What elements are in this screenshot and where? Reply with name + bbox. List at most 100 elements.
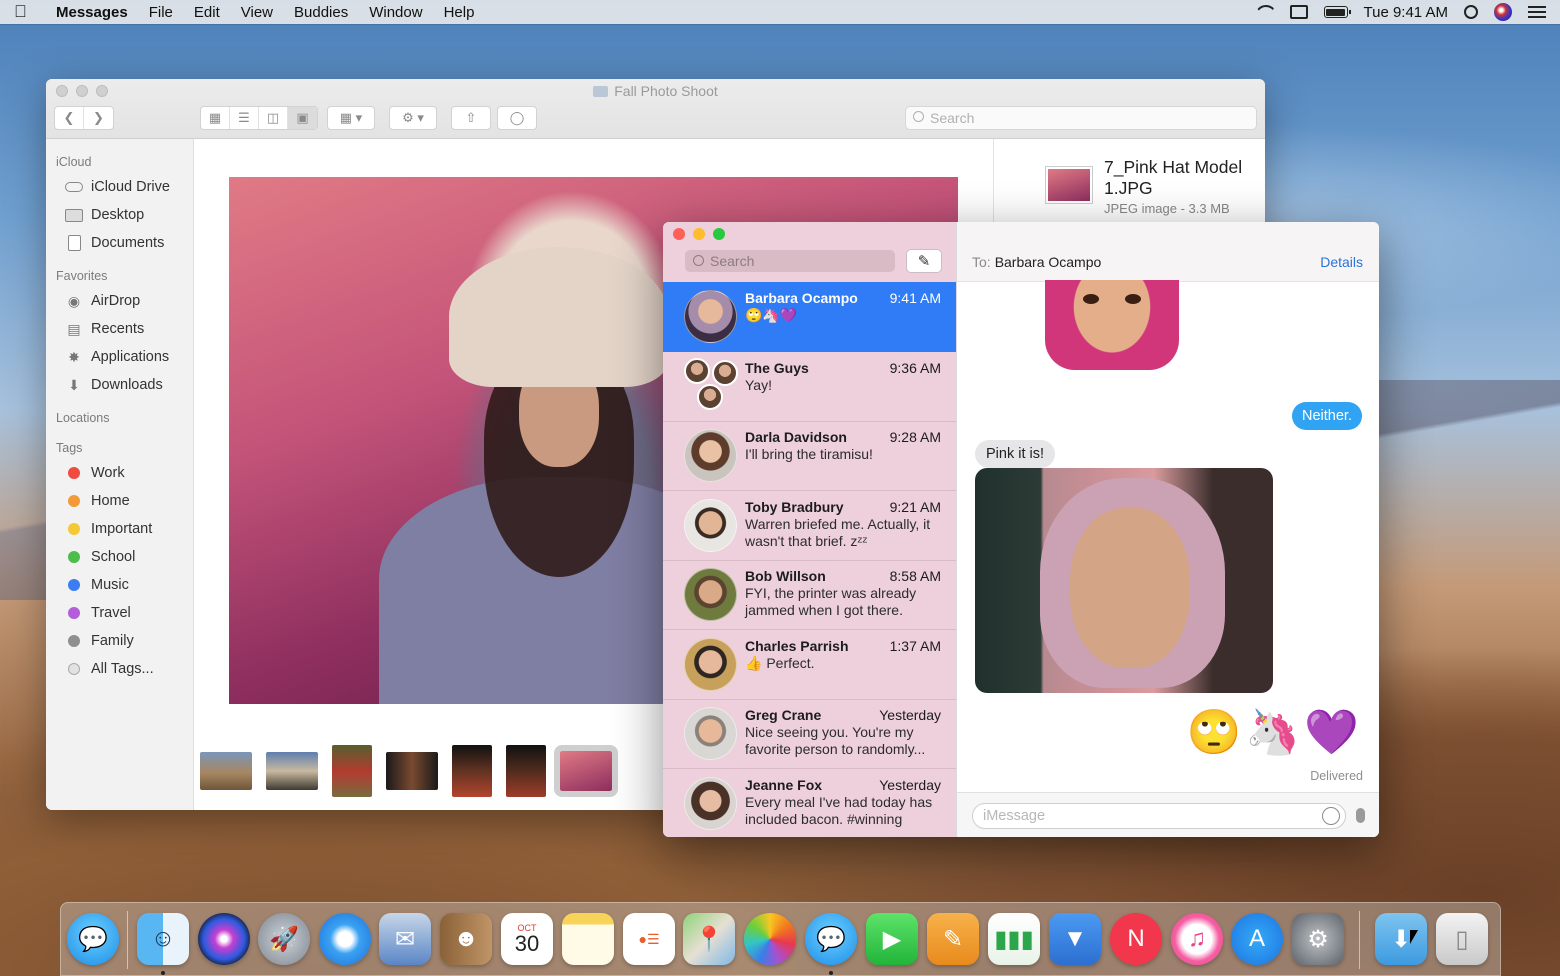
conversation-item-the-guys[interactable]: The Guys 9:36 AM Yay! — [663, 352, 956, 422]
sidebar-item-applications[interactable]: ✸ Applications — [46, 343, 193, 371]
column-view-button[interactable]: ◫ — [259, 107, 288, 129]
conversation-item-barbara-ocampo[interactable]: Barbara Ocampo 9:41 AM 🙄🦄💜 — [663, 282, 956, 352]
sidebar-tag-music[interactable]: Music — [46, 571, 193, 599]
sidebar-item-recents[interactable]: ▤ Recents — [46, 315, 193, 343]
sidebar-item-desktop[interactable]: Desktop — [46, 201, 193, 229]
list-view-button[interactable]: ☰ — [230, 107, 259, 129]
menu-help[interactable]: Help — [444, 4, 475, 21]
conversation-item-bob-willson[interactable]: Bob Willson 8:58 AM FYI, the printer was… — [663, 560, 956, 630]
battery-icon[interactable] — [1323, 6, 1351, 18]
dock-messages-icon[interactable]: 💬 — [805, 913, 857, 965]
gallery-thumbnail[interactable] — [452, 745, 492, 797]
apple-menu-icon[interactable]:  — [14, 2, 40, 22]
menu-buddies[interactable]: Buddies — [294, 4, 348, 21]
dock-photos-icon[interactable] — [744, 913, 796, 965]
conversation-name: Charles Parrish — [745, 638, 849, 654]
dock-keynote-icon[interactable]: ▼ — [1049, 913, 1101, 965]
sidebar-tag-school[interactable]: School — [46, 543, 193, 571]
group-icon[interactable]: ▦ ▾ — [328, 107, 374, 129]
compose-button[interactable]: ✎ — [906, 249, 942, 273]
outgoing-message-bubble[interactable]: Neither. — [1292, 402, 1362, 430]
conversation-time: 9:41 AM — [889, 290, 941, 306]
dock-mail-icon[interactable]: ✉ — [379, 913, 431, 965]
incoming-message-bubble[interactable]: Pink it is! — [975, 440, 1056, 468]
gallery-view-button[interactable]: ▣ — [288, 107, 317, 129]
sidebar-tag-home[interactable]: Home — [46, 487, 193, 515]
recents-icon: ▤ — [67, 320, 81, 337]
recipient-field[interactable]: To: Barbara Ocampo — [972, 254, 1101, 270]
gear-icon[interactable]: ⚙ ▾ — [390, 107, 436, 129]
dock-siri-icon[interactable] — [198, 913, 250, 965]
dock-calendar-icon[interactable]: OCT 30 — [501, 913, 553, 965]
zoom-button[interactable] — [713, 228, 725, 240]
dock-facetime-icon[interactable]: ▶ — [866, 913, 918, 965]
icon-view-button[interactable]: ▦ — [201, 107, 230, 129]
emoji-message[interactable]: 🙄🦄💜 — [1187, 706, 1363, 758]
sidebar-tag-travel[interactable]: Travel — [46, 599, 193, 627]
notification-center-icon[interactable] — [1528, 6, 1546, 18]
close-button[interactable] — [673, 228, 685, 240]
dock-finder-icon[interactable]: ☺ — [137, 913, 189, 965]
menu-edit[interactable]: Edit — [194, 4, 220, 21]
dock-safari-icon[interactable]: ✦ — [319, 913, 371, 965]
sidebar-tag-work[interactable]: Work — [46, 459, 193, 487]
conversation-item-darla-davidson[interactable]: Darla Davidson 9:28 AM I'll bring the ti… — [663, 421, 956, 491]
spotlight-search-icon[interactable] — [1464, 5, 1478, 19]
incoming-photo-message[interactable] — [975, 468, 1273, 693]
conversation-item-jeanne-fox[interactable]: Jeanne Fox Yesterday Every meal I've had… — [663, 769, 956, 837]
airplay-icon[interactable] — [1289, 5, 1308, 19]
gallery-thumbnail-selected[interactable] — [554, 745, 618, 797]
gallery-thumbnail[interactable] — [332, 745, 372, 797]
siri-icon[interactable] — [1494, 3, 1512, 21]
imessage-input[interactable]: iMessage — [972, 803, 1346, 829]
conversation-item-charles-parrish[interactable]: Charles Parrish 1:37 AM 👍 Perfect. — [663, 630, 956, 700]
dock-itunes-icon[interactable]: ♫ — [1171, 913, 1223, 965]
share-icon[interactable]: ⇧ — [452, 107, 490, 129]
menu-file[interactable]: File — [149, 4, 173, 21]
dock-news-icon[interactable]: N — [1110, 913, 1162, 965]
gallery-thumbnail[interactable] — [266, 752, 318, 790]
sidebar-all-tags[interactable]: All Tags... — [46, 655, 193, 683]
dock-trash-icon[interactable]: ▯ — [1436, 913, 1488, 965]
sidebar-item-airdrop[interactable]: ◉ AirDrop — [46, 287, 193, 315]
compose-icon: ✎ — [917, 253, 931, 270]
dock-numbers-icon[interactable]: ▮▮▮ — [988, 913, 1040, 965]
messages-search-input[interactable]: Search — [685, 250, 895, 272]
conversation-name: Jeanne Fox — [745, 777, 823, 793]
memoji-sticker[interactable] — [1045, 280, 1179, 370]
dock-app-store-icon[interactable]: A — [1231, 913, 1283, 965]
menu-app-name[interactable]: Messages — [56, 4, 128, 21]
dock-maps-icon[interactable]: 📍 — [683, 913, 735, 965]
gallery-thumbnail[interactable] — [386, 752, 438, 790]
dock-reminders-icon[interactable]: ●☰ — [623, 913, 675, 965]
sidebar-tag-important[interactable]: Important — [46, 515, 193, 543]
microphone-icon[interactable] — [1356, 808, 1365, 823]
dock-pages-icon[interactable]: ✎ — [927, 913, 979, 965]
wifi-icon[interactable] — [1254, 5, 1274, 19]
sidebar-item-documents[interactable]: Documents — [46, 229, 193, 257]
sidebar-item-downloads[interactable]: ⬇ Downloads — [46, 371, 193, 399]
sidebar-item-icloud-drive[interactable]: iCloud Drive — [46, 173, 193, 201]
minimize-button[interactable] — [693, 228, 705, 240]
dock-contacts-icon[interactable]: ☻ — [440, 913, 492, 965]
menu-window[interactable]: Window — [369, 4, 422, 21]
forward-button[interactable]: ❯ — [84, 107, 113, 129]
conversation-item-toby-bradbury[interactable]: Toby Bradbury 9:21 AM Warren briefed me.… — [663, 491, 956, 561]
dock-launchpad-icon[interactable]: 🚀 — [258, 913, 310, 965]
details-button[interactable]: Details — [1320, 254, 1363, 270]
conversation-item-greg-crane[interactable]: Greg Crane Yesterday Nice seeing you. Yo… — [663, 699, 956, 769]
emoji-picker-icon[interactable] — [1322, 807, 1340, 825]
dock-messages-download-icon[interactable]: 💬 — [67, 913, 119, 965]
menubar-clock[interactable]: Tue 9:41 AM — [1364, 4, 1449, 21]
finder-search-input[interactable]: Search — [905, 106, 1257, 130]
dock-notes-icon[interactable] — [562, 913, 614, 965]
gallery-thumbnail[interactable] — [200, 752, 252, 790]
back-button[interactable]: ❮ — [55, 107, 84, 129]
menu-view[interactable]: View — [241, 4, 273, 21]
sidebar-tag-family[interactable]: Family — [46, 627, 193, 655]
running-indicator — [161, 971, 165, 975]
gallery-thumbnail[interactable] — [506, 745, 546, 797]
tag-icon[interactable]: ◯ — [498, 107, 536, 129]
dock-downloads-stack-icon[interactable]: ⬇ — [1375, 913, 1427, 965]
dock-system-preferences-icon[interactable]: ⚙ — [1292, 913, 1344, 965]
